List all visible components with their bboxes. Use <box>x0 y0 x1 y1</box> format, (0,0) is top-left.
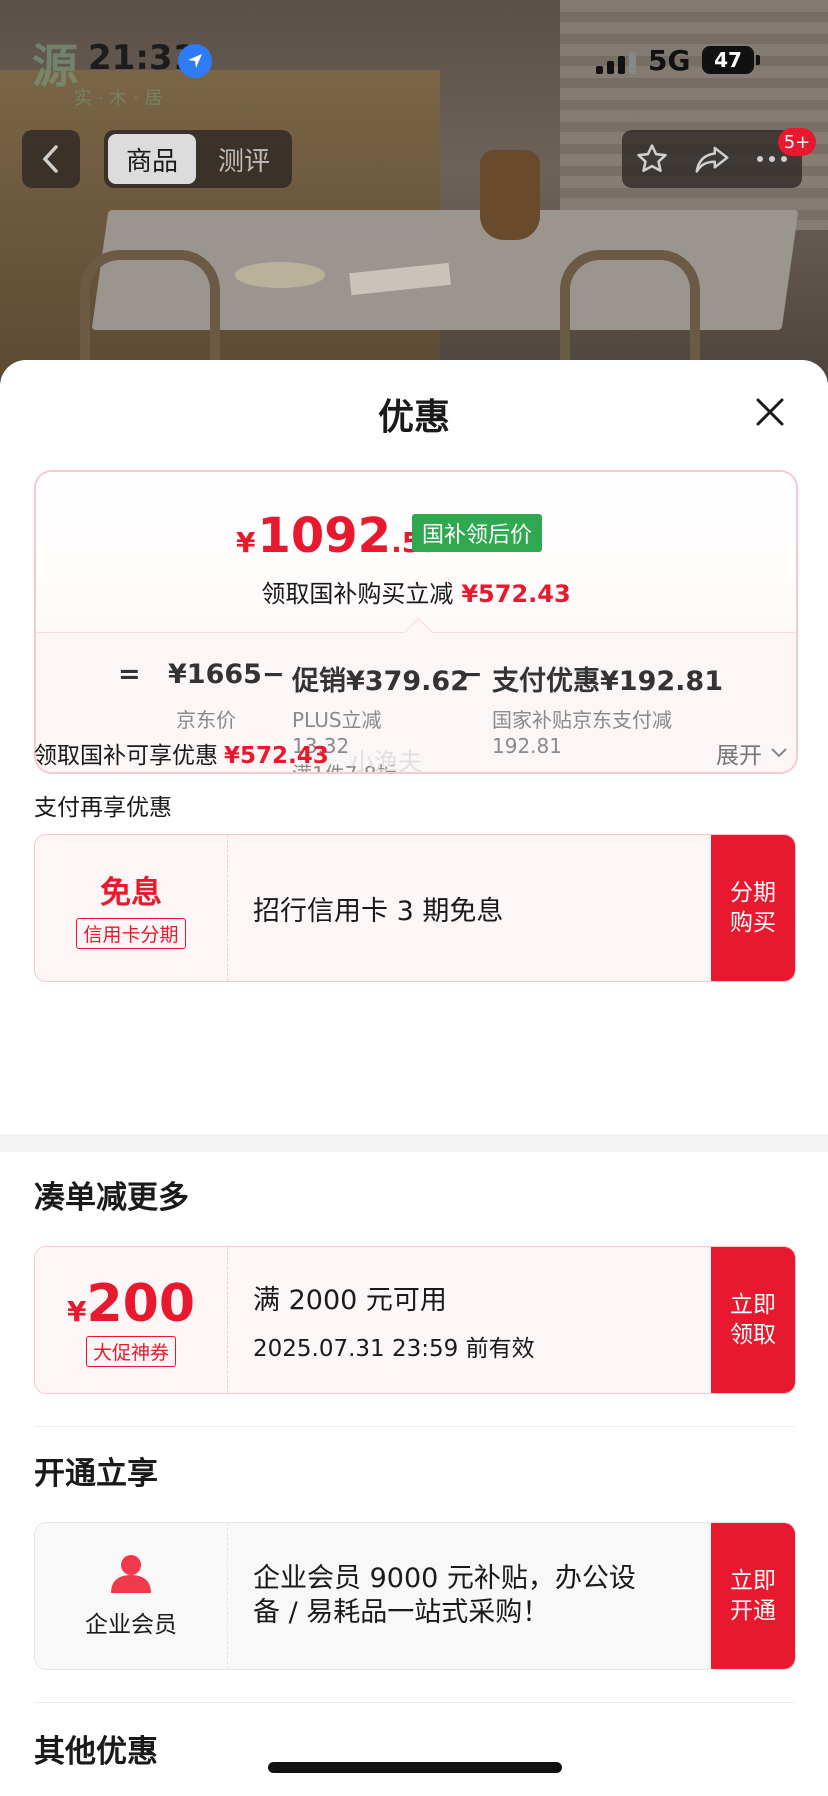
coupon-left: ¥ 200 大促神券 <box>35 1247 228 1393</box>
promo-amount: 促销¥379.62 <box>292 666 469 697</box>
price-breakdown-card: ¥ 1092 .57 国补领后价 领取国补购买立减¥572.43 = ¥1665… <box>34 470 798 774</box>
coupon-pill: 大促神券 <box>85 1335 176 1367</box>
installment-buy-button[interactable]: 分期 购买 <box>711 835 795 981</box>
final-price: ¥ 1092 .57 <box>236 508 441 564</box>
pay-detail-value: 192.81 <box>492 734 562 758</box>
divider-line <box>34 1426 794 1427</box>
coupon-desc: 满 2000 元可用 2025.07.31 23:59 前有效 <box>253 1247 643 1393</box>
gov-subsidy-label: 领取国补可享优惠 <box>34 743 218 769</box>
section-divider <box>0 1134 828 1152</box>
expand-label: 展开 <box>716 743 762 769</box>
share-icon[interactable] <box>694 142 730 176</box>
section-title-open: 开通立享 <box>34 1456 158 1492</box>
claim-coupon-button[interactable]: 立即 领取 <box>711 1247 795 1393</box>
minus-sign: − <box>460 659 483 690</box>
battery-icon: 47 <box>702 46 760 74</box>
coupon-left: 免息 信用卡分期 <box>35 835 228 981</box>
jd-price-label: 京东价 <box>176 708 236 732</box>
close-button[interactable] <box>748 390 792 434</box>
location-arrow-icon <box>178 44 212 78</box>
tab-review[interactable]: 测评 <box>200 134 288 184</box>
credit-card-pill: 信用卡分期 <box>76 918 186 949</box>
photo-bowl <box>235 262 325 288</box>
pay-detail-label: 国家补贴京东支付减 <box>492 708 672 732</box>
tab-product[interactable]: 商品 <box>108 134 197 184</box>
cellular-signal-icon <box>596 52 636 74</box>
reduce-line: 领取国补购买立减 ¥572.43 <box>36 574 796 609</box>
coupon-desc: 招行信用卡 3 期免息 <box>253 835 643 981</box>
photo-vase <box>480 150 540 240</box>
section-title-more: 凑单减更多 <box>34 1180 189 1216</box>
back-button[interactable] <box>22 130 80 188</box>
enterprise-desc: 企业会员 9000 元补贴，办公设备 / 易耗品一站式采购！ <box>253 1563 636 1628</box>
pay-discount-detail: 国家补贴京东支付减 192.81 <box>492 707 672 759</box>
enterprise-label: 企业会员 <box>85 1612 177 1638</box>
jd-price: ¥1665 <box>168 659 262 690</box>
home-indicator[interactable] <box>268 1762 562 1773</box>
more-icon[interactable] <box>755 154 789 164</box>
close-icon <box>756 398 784 426</box>
open-membership-label: 立即 开通 <box>730 1568 776 1624</box>
interest-free-title: 免息 <box>100 875 162 911</box>
reduce-amount: ¥572.43 <box>461 580 571 608</box>
coupon-expiry: 2025.07.31 23:59 前有效 <box>253 1335 535 1362</box>
message-badge: 5+ <box>778 128 816 156</box>
pay-section-label: 支付再享优惠 <box>34 795 172 821</box>
coupon-left: 企业会员 <box>35 1523 228 1669</box>
user-icon <box>111 1555 151 1593</box>
chevron-left-icon <box>42 145 58 173</box>
claim-coupon-label: 立即 领取 <box>730 1292 776 1348</box>
expand-button[interactable]: 展开 <box>716 736 788 770</box>
coupon-amount: 200 <box>86 1273 196 1334</box>
coupon-currency: ¥ <box>66 1294 87 1328</box>
pay-discount-amount: 支付优惠¥192.81 <box>492 666 723 697</box>
network-label: 5G <box>648 44 691 77</box>
gov-subsidy-amount: ¥572.43 <box>224 743 329 769</box>
photo-window <box>560 0 828 230</box>
sheet-title: 优惠 <box>377 397 450 438</box>
minus-sign: − <box>262 659 285 690</box>
coupon-value: ¥ 200 <box>67 1274 195 1334</box>
top-tabs: 商品 测评 <box>104 130 293 188</box>
coupon-200: ¥ 200 大促神券 满 2000 元可用 2025.07.31 23:59 前… <box>34 1246 796 1394</box>
promo-plus-label: PLUS立减 <box>292 708 382 732</box>
top-actions <box>622 130 802 188</box>
star-icon[interactable] <box>635 142 669 176</box>
price-summary: ¥ 1092 .57 国补领后价 领取国补购买立减¥572.43 <box>36 472 796 632</box>
installment-coupon: 免息 信用卡分期 招行信用卡 3 期免息 分期 购买 <box>34 834 796 982</box>
enterprise-card: 企业会员 企业会员 9000 元补贴，办公设备 / 易耗品一站式采购！ 立即 开… <box>34 1522 796 1670</box>
installment-desc: 招行信用卡 3 期免息 <box>253 895 504 927</box>
gov-subsidy-row: 领取国补可享优惠 ¥572.43 <box>34 736 329 770</box>
section-title-other: 其他优惠 <box>34 1734 158 1770</box>
price-currency: ¥ <box>236 526 256 559</box>
brand-watermark: 源 <box>32 39 80 93</box>
installment-buy-label: 分期 购买 <box>730 880 776 936</box>
equals-sign: = <box>118 659 141 690</box>
brand-watermark-sub: 实 · 木 · 居 <box>74 88 163 109</box>
coupon-desc: 企业会员 9000 元补贴，办公设备 / 易耗品一站式采购！ <box>253 1523 653 1669</box>
coupon-condition: 满 2000 元可用 <box>253 1284 447 1316</box>
discount-sheet: 优惠 ¥ 1092 .57 国补领后价 领取国补购买立减¥572.43 = ¥1… <box>0 360 828 1796</box>
price-tag: 国补领后价 <box>412 514 543 552</box>
user-watermark: 小渔夫 <box>350 748 422 776</box>
chevron-down-icon <box>771 748 787 758</box>
open-membership-button[interactable]: 立即 开通 <box>711 1523 795 1669</box>
divider-line <box>34 1702 794 1703</box>
price-integer: 1092 <box>257 508 392 564</box>
reduce-text: 领取国补购买立减 <box>261 580 454 608</box>
